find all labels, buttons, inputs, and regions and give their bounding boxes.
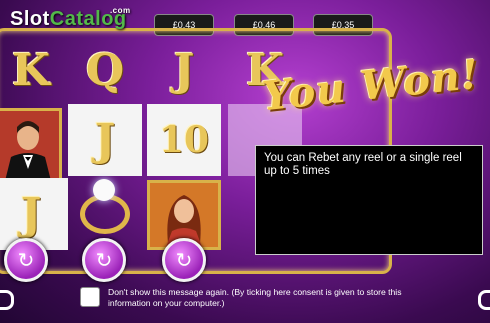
right-nav-button[interactable] (478, 290, 490, 310)
rebet-reel-2-button[interactable]: ↻ (82, 238, 126, 282)
symbol-j: J (68, 104, 142, 176)
symbol-k: K (11, 44, 51, 96)
left-nav-button[interactable] (0, 290, 14, 310)
rebet-arrow-icon: ↻ (95, 249, 113, 272)
rebet-reel-1-button[interactable]: ↻ (4, 238, 48, 282)
rebet-info-dialog: You can Rebet any reel or a single reel … (255, 145, 483, 255)
man-figure-icon (5, 121, 51, 181)
rebet-arrow-icon: ↻ (17, 249, 35, 272)
rebet-arrow-icon: ↻ (175, 249, 193, 272)
rebet-reel-3-button[interactable]: ↻ (162, 238, 206, 282)
dialog-message: You can Rebet any reel or a single reel … (264, 152, 462, 177)
symbol-10: 10 (147, 104, 221, 176)
symbol-q: Q (85, 44, 125, 96)
slotcatalog-logo: SlotCatalog .com (10, 6, 131, 30)
man-portrait-symbol (0, 108, 62, 184)
symbol-j: J (173, 44, 195, 96)
consent-text: Don't show this message again. (By ticki… (108, 287, 402, 308)
ring-icon (80, 179, 130, 234)
dont-show-again-checkbox[interactable] (80, 287, 100, 307)
